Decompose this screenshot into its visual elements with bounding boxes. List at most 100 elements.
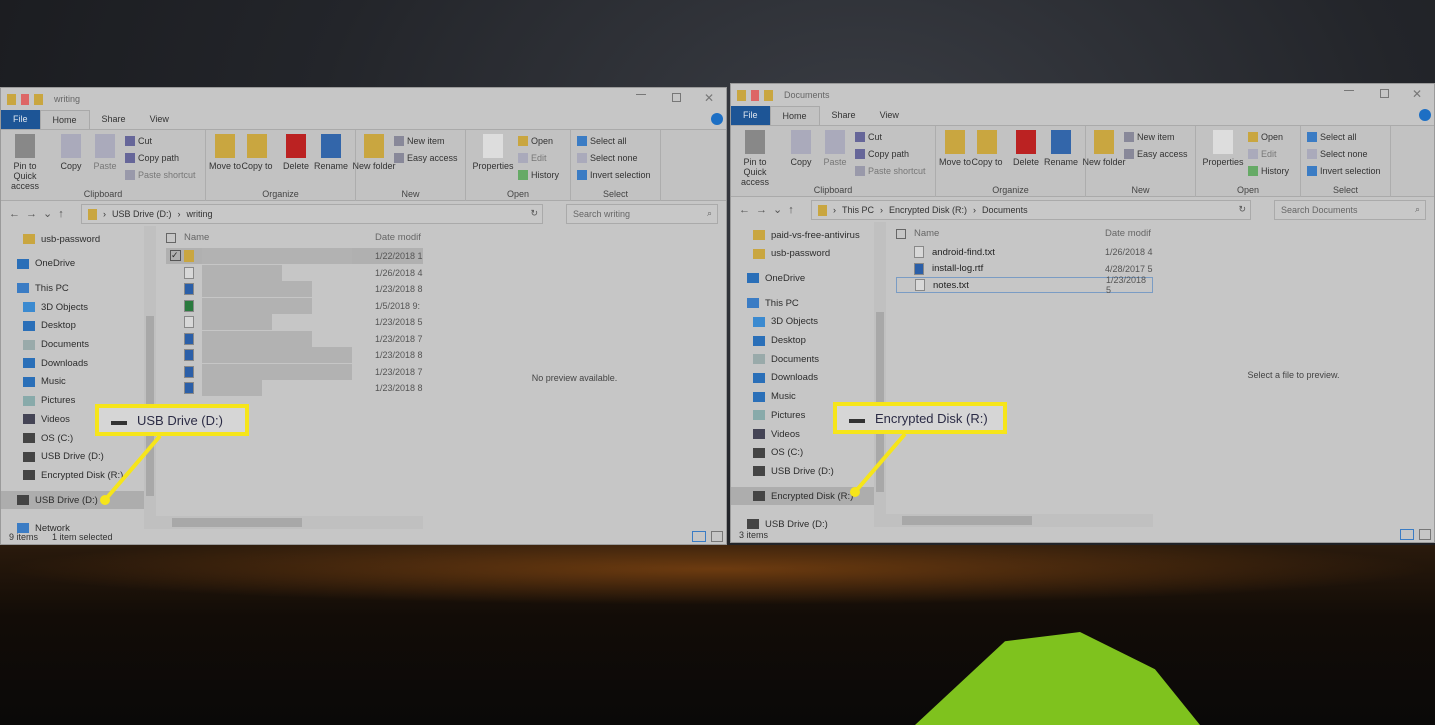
forward-button[interactable]: → — [26, 208, 37, 220]
minimize-button[interactable] — [636, 94, 646, 95]
properties-quick-icon[interactable] — [21, 93, 29, 105]
tab-file[interactable]: File — [731, 106, 770, 125]
cut-button[interactable]: Cut — [125, 136, 152, 146]
column-header-date[interactable]: Date modif — [375, 232, 421, 243]
scrollbar-thumb[interactable] — [902, 516, 1032, 525]
select-none-button[interactable]: Select none — [577, 153, 638, 163]
file-row[interactable]: android-find.txt 1/26/2018 4 — [896, 244, 1153, 260]
up-button[interactable]: ↑ — [58, 208, 64, 220]
file-row[interactable]: ✓ 1/22/2018 1 — [166, 248, 423, 264]
tab-view[interactable]: View — [868, 106, 911, 125]
nav-scrollbar[interactable] — [874, 222, 886, 527]
nav-item[interactable]: OneDrive — [1, 255, 144, 273]
file-row[interactable]: 1/23/2018 8 — [166, 347, 423, 363]
select-all-checkbox[interactable] — [896, 229, 906, 239]
forward-button[interactable]: → — [756, 204, 767, 216]
edit-button[interactable]: Edit — [1248, 149, 1277, 159]
back-button[interactable]: ← — [9, 208, 20, 220]
breadcrumb-item[interactable]: This PC — [842, 205, 874, 215]
breadcrumb-item[interactable]: USB Drive (D:) — [112, 209, 172, 219]
pin-to-quick-access-button[interactable]: Pin to Quick access — [3, 134, 47, 191]
nav-item[interactable]: Music — [1, 373, 144, 391]
nav-item[interactable]: OneDrive — [731, 269, 874, 287]
invert-selection-button[interactable]: Invert selection — [577, 170, 651, 180]
file-row[interactable]: notes.txt 1/23/2018 5 — [896, 275, 1153, 295]
tab-home[interactable]: Home — [39, 110, 90, 129]
edit-button[interactable]: Edit — [518, 153, 547, 163]
file-row[interactable]: 1/23/2018 8 — [166, 380, 423, 396]
file-row[interactable]: 1/23/2018 7 — [166, 363, 423, 380]
rename-button[interactable]: Rename — [1039, 130, 1083, 167]
refresh-button[interactable]: ↻ — [530, 208, 538, 219]
nav-item[interactable]: This PC — [731, 294, 874, 312]
tab-home[interactable]: Home — [769, 106, 820, 125]
paste-shortcut-button[interactable]: Paste shortcut — [855, 166, 926, 176]
recent-locations-button[interactable]: ⌄ — [773, 204, 782, 216]
copy-to-button[interactable]: Copy to — [235, 134, 279, 171]
paste-button[interactable]: Paste — [813, 130, 857, 167]
refresh-button[interactable]: ↻ — [1238, 204, 1246, 215]
breadcrumb-item[interactable]: writing — [187, 209, 213, 219]
file-row[interactable]: 1/26/2018 4 — [166, 264, 423, 281]
nav-item[interactable]: Desktop — [731, 332, 874, 350]
paste-button[interactable]: Paste — [83, 134, 127, 171]
tab-file[interactable]: File — [1, 110, 40, 129]
nav-item[interactable]: USB Drive (D:) — [731, 462, 874, 480]
file-row[interactable]: 1/23/2018 8 — [166, 281, 423, 297]
breadcrumb-item[interactable]: Encrypted Disk (R:) — [889, 205, 967, 215]
pin-to-quick-access-button[interactable]: Pin to Quick access — [733, 130, 777, 187]
tab-share[interactable]: Share — [90, 110, 138, 129]
minimize-button[interactable] — [1344, 90, 1354, 91]
copy-to-button[interactable]: Copy to — [965, 130, 1009, 167]
nav-item[interactable]: 3D Objects — [1, 298, 144, 316]
nav-item[interactable]: usb-password — [1, 230, 144, 248]
close-button[interactable]: ✕ — [1412, 87, 1422, 101]
maximize-button[interactable] — [1380, 89, 1389, 98]
nav-item[interactable]: paid-vs-free-antivirus — [731, 226, 874, 244]
address-bar[interactable]: › This PC › Encrypted Disk (R:) › Documents ↻ — [811, 200, 1251, 220]
file-list-horizontal-scrollbar[interactable] — [886, 514, 1153, 527]
new-folder-quick-icon[interactable] — [764, 89, 773, 101]
select-none-button[interactable]: Select none — [1307, 149, 1368, 159]
nav-item[interactable]: Downloads — [731, 369, 874, 387]
address-bar[interactable]: › USB Drive (D:) › writing ↻ — [81, 204, 543, 224]
new-item-button[interactable]: New item — [1124, 132, 1175, 142]
nav-item[interactable]: Documents — [1, 336, 144, 354]
nav-item[interactable]: Downloads — [1, 354, 144, 372]
large-icons-view-button[interactable] — [711, 531, 723, 542]
properties-quick-icon[interactable] — [751, 89, 759, 101]
nav-item[interactable]: Encrypted Disk (R:) — [1, 466, 144, 484]
invert-selection-button[interactable]: Invert selection — [1307, 166, 1381, 176]
nav-item[interactable]: Desktop — [1, 317, 144, 335]
new-folder-button[interactable]: New folder — [352, 134, 396, 171]
select-all-button[interactable]: Select all — [1307, 132, 1357, 142]
file-row[interactable]: 1/23/2018 7 — [166, 330, 423, 347]
nav-scrollbar[interactable] — [144, 226, 156, 529]
help-icon[interactable] — [711, 113, 723, 125]
scrollbar-thumb[interactable] — [172, 518, 302, 527]
close-button[interactable]: ✕ — [704, 91, 714, 105]
search-input[interactable]: Search Documents ⌕ — [1274, 200, 1426, 220]
properties-button[interactable]: Properties — [471, 134, 515, 171]
easy-access-button[interactable]: Easy access — [1124, 149, 1188, 159]
copy-path-button[interactable]: Copy path — [125, 153, 179, 163]
column-header-name[interactable]: Name — [914, 228, 939, 239]
file-row[interactable]: 1/23/2018 5 — [166, 314, 423, 330]
new-folder-quick-icon[interactable] — [34, 93, 43, 105]
tab-view[interactable]: View — [138, 110, 181, 129]
new-folder-button[interactable]: New folder — [1082, 130, 1126, 167]
file-list-horizontal-scrollbar[interactable] — [156, 516, 423, 529]
nav-item[interactable]: usb-password — [731, 245, 874, 263]
back-button[interactable]: ← — [739, 204, 750, 216]
nav-item[interactable]: USB Drive (D:) — [1, 491, 144, 510]
nav-item[interactable]: USB Drive (D:) — [1, 448, 144, 466]
nav-item[interactable]: Encrypted Disk (R:) — [731, 487, 874, 506]
details-view-button[interactable] — [692, 531, 706, 542]
cut-button[interactable]: Cut — [855, 132, 882, 142]
history-button[interactable]: History — [1248, 166, 1289, 176]
rename-button[interactable]: Rename — [309, 134, 353, 171]
nav-item[interactable]: 3D Objects — [731, 313, 874, 331]
breadcrumb-item[interactable]: Documents — [982, 205, 1028, 215]
tab-share[interactable]: Share — [820, 106, 868, 125]
help-icon[interactable] — [1419, 109, 1431, 121]
